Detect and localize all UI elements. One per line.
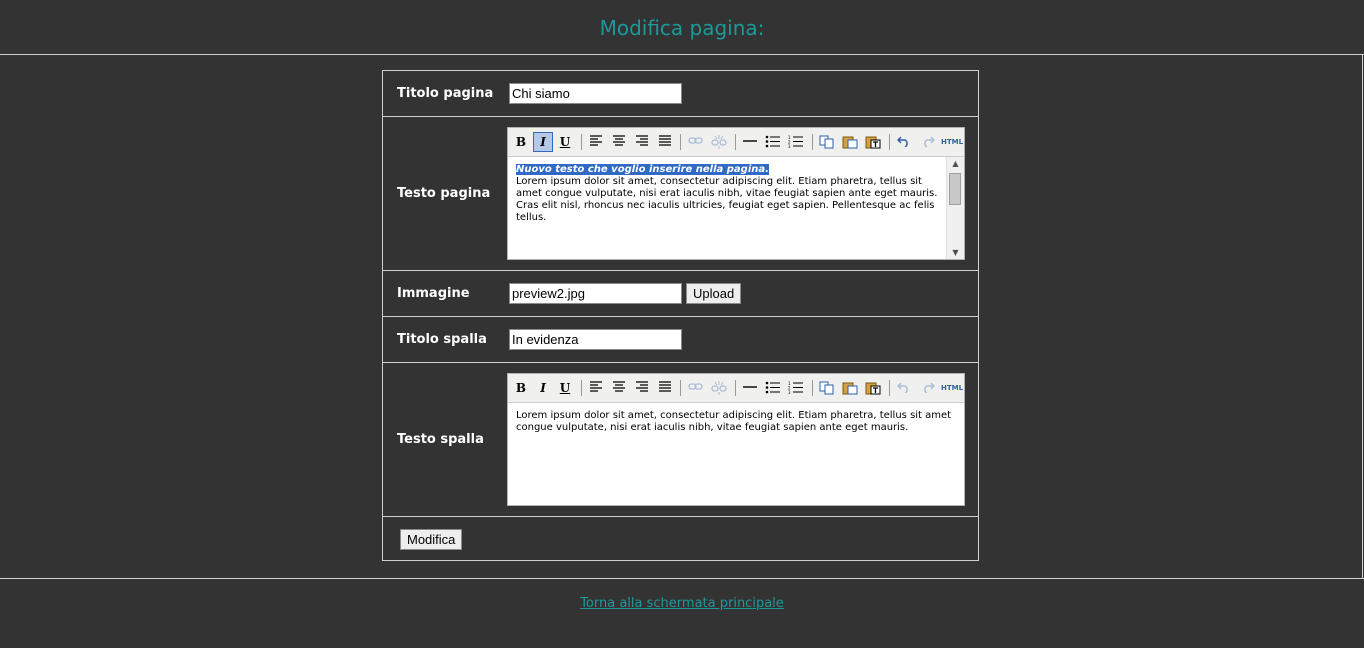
align-center-icon[interactable] [609, 132, 629, 152]
align-left-icon[interactable] [586, 378, 606, 398]
bold-icon[interactable]: B [511, 378, 531, 398]
row-testo-spalla: Testo spalla B I U 123 HTML Lorem ipsum … [383, 363, 978, 517]
bold-icon[interactable]: B [511, 132, 531, 152]
svg-text:3: 3 [788, 144, 791, 148]
redo-icon[interactable] [918, 378, 938, 398]
svg-text:3: 3 [788, 390, 791, 394]
paste-text-icon[interactable] [863, 378, 883, 398]
header-divider [0, 54, 1364, 55]
html-source-icon[interactable]: HTML [940, 378, 964, 398]
html-source-icon[interactable]: HTML [940, 132, 964, 152]
row-immagine: Immagine Upload [383, 271, 978, 317]
toolbar-separator [812, 134, 813, 150]
bullet-list-icon[interactable] [763, 378, 783, 398]
body-text: Lorem ipsum dolor sit amet, consectetur … [516, 176, 938, 223]
align-justify-icon[interactable] [655, 132, 675, 152]
titolo-spalla-label: Titolo spalla [397, 332, 487, 347]
numbered-list-icon[interactable]: 123 [786, 378, 806, 398]
unlink-icon[interactable] [709, 132, 729, 152]
scroll-up-icon[interactable]: ▲ [947, 159, 964, 168]
align-right-icon[interactable] [632, 378, 652, 398]
editor-scrollbar[interactable]: ▲ ▼ [946, 157, 964, 259]
page-title: Modifica pagina: [599, 16, 765, 40]
immagine-label: Immagine [397, 286, 470, 301]
immagine-input[interactable] [509, 283, 682, 304]
toolbar-separator [889, 380, 890, 396]
toolbar-separator [680, 134, 681, 150]
row-testo-pagina: Testo pagina B I U 123 HTML Nuovo testo … [383, 117, 978, 271]
testo-spalla-content[interactable]: Lorem ipsum dolor sit amet, consectetur … [508, 403, 964, 506]
paste-icon[interactable] [840, 378, 860, 398]
modifica-button[interactable]: Modifica [400, 529, 463, 550]
back-to-main-link[interactable]: Torna alla schermata principale [0, 596, 1364, 611]
underline-icon[interactable]: U [555, 378, 575, 398]
testo-spalla-editor[interactable]: B I U 123 HTML Lorem ipsum dolor sit ame… [507, 373, 965, 506]
paste-icon[interactable] [840, 132, 860, 152]
testo-pagina-label: Testo pagina [397, 186, 491, 201]
toolbar-separator [889, 134, 890, 150]
upload-button[interactable]: Upload [686, 283, 742, 304]
align-justify-icon[interactable] [655, 378, 675, 398]
underline-icon[interactable]: U [555, 132, 575, 152]
edit-page-form: Titolo pagina Testo pagina B I U 123 [382, 70, 979, 561]
body-text: Lorem ipsum dolor sit amet, consectetur … [516, 410, 952, 433]
undo-icon[interactable] [894, 378, 914, 398]
testo-spalla-label: Testo spalla [397, 432, 484, 447]
toolbar-separator [581, 134, 582, 150]
undo-icon[interactable] [894, 132, 914, 152]
unlink-icon[interactable] [709, 378, 729, 398]
bullet-list-icon[interactable] [763, 132, 783, 152]
editor-toolbar: B I U 123 HTML [508, 128, 964, 157]
align-center-icon[interactable] [609, 378, 629, 398]
toolbar-separator [735, 134, 736, 150]
scroll-down-icon[interactable]: ▼ [947, 248, 964, 257]
horizontal-rule-icon[interactable] [740, 132, 760, 152]
paste-text-icon[interactable] [863, 132, 883, 152]
selected-text: Nuovo testo che voglio inserire nella pa… [516, 164, 769, 175]
testo-pagina-editor[interactable]: B I U 123 HTML Nuovo testo che voglio in… [507, 127, 965, 260]
testo-pagina-content[interactable]: Nuovo testo che voglio inserire nella pa… [508, 157, 947, 260]
scroll-thumb[interactable] [949, 173, 961, 205]
link-icon[interactable] [686, 378, 706, 398]
italic-icon[interactable]: I [533, 132, 553, 152]
right-border [1362, 54, 1363, 579]
footer-divider [0, 578, 1364, 579]
align-right-icon[interactable] [632, 132, 652, 152]
toolbar-separator [680, 380, 681, 396]
toolbar-separator [735, 380, 736, 396]
toolbar-separator [812, 380, 813, 396]
titolo-pagina-label: Titolo pagina [397, 86, 494, 101]
row-submit: Modifica [383, 517, 978, 562]
row-titolo-pagina: Titolo pagina [383, 71, 978, 117]
titolo-pagina-input[interactable] [509, 83, 682, 104]
link-icon[interactable] [686, 132, 706, 152]
row-titolo-spalla: Titolo spalla [383, 317, 978, 363]
numbered-list-icon[interactable]: 123 [786, 132, 806, 152]
copy-icon[interactable] [817, 378, 837, 398]
toolbar-separator [581, 380, 582, 396]
redo-icon[interactable] [918, 132, 938, 152]
italic-icon[interactable]: I [533, 378, 553, 398]
align-left-icon[interactable] [586, 132, 606, 152]
editor-toolbar: B I U 123 HTML [508, 374, 964, 403]
back-link-text[interactable]: Torna alla schermata principale [580, 596, 784, 611]
copy-icon[interactable] [817, 132, 837, 152]
horizontal-rule-icon[interactable] [740, 378, 760, 398]
titolo-spalla-input[interactable] [509, 329, 682, 350]
